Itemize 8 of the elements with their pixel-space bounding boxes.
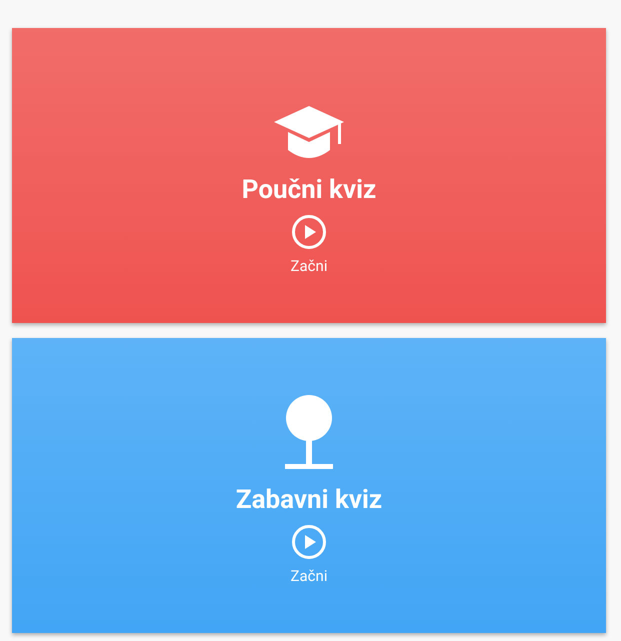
start-button[interactable]: Začni xyxy=(290,214,328,276)
play-icon xyxy=(291,214,327,250)
quiz-title: Zabavni kviz xyxy=(236,484,382,516)
quiz-card[interactable]: Zabavni kviz Začni xyxy=(12,338,606,633)
quiz-card[interactable]: Poučni kviz Začni xyxy=(12,28,606,323)
quiz-title: Poučni kviz xyxy=(242,174,376,206)
play-icon xyxy=(291,524,327,560)
start-button[interactable]: Začni xyxy=(290,524,328,586)
